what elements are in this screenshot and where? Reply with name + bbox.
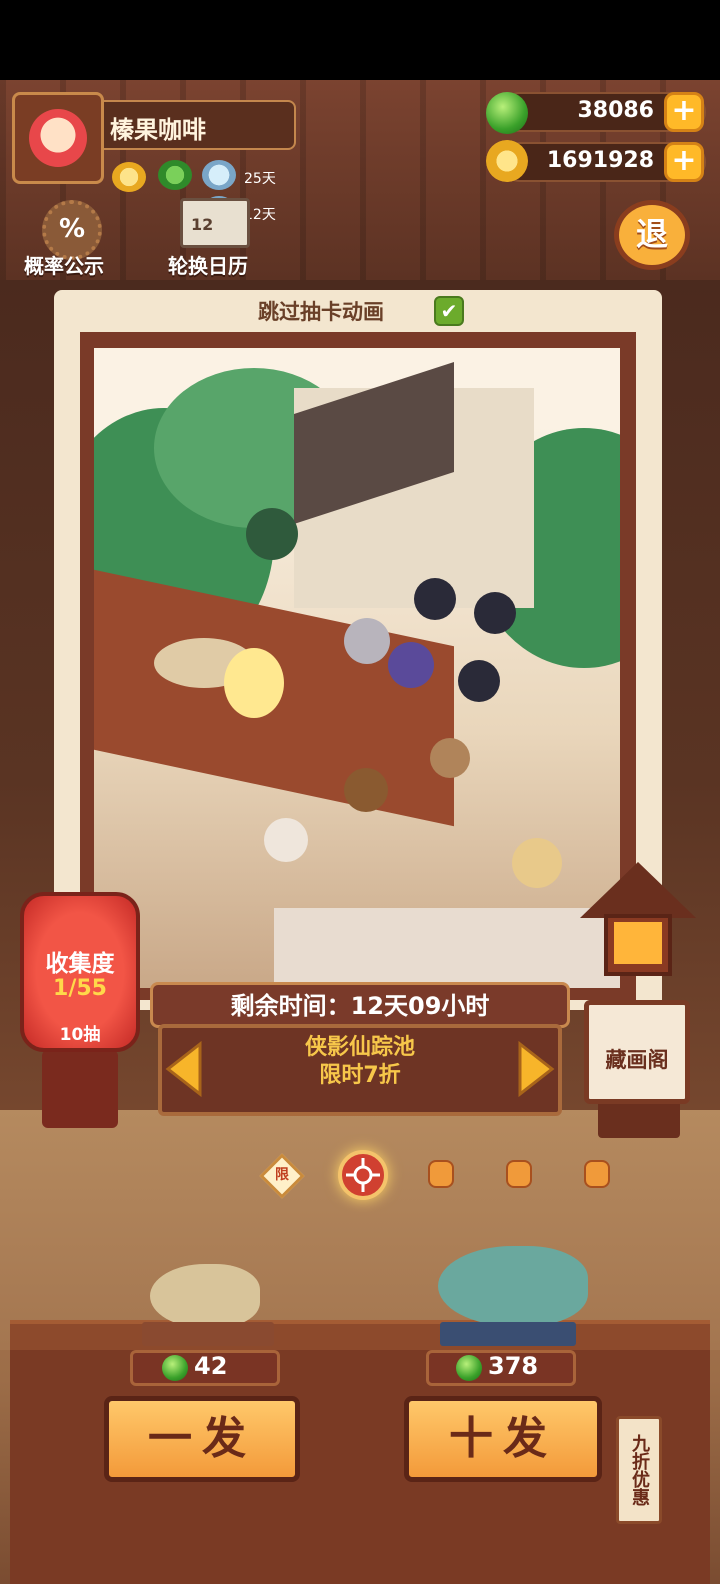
gem-boost-icon[interactable]	[158, 160, 192, 190]
probability-label[interactable]: 概率公示	[24, 250, 104, 279]
rotation-calendar-label[interactable]: 轮换日历	[168, 250, 248, 279]
single-price: 42	[194, 1352, 228, 1380]
character-purple-hat	[388, 642, 434, 688]
pufferfish-single	[150, 1264, 260, 1328]
pool-name: 侠影仙踪池 限时7折	[200, 1034, 520, 1090]
pager-limited-label: 限	[275, 1167, 289, 1183]
character-monkey	[344, 768, 388, 812]
collection-draw-count: 10抽	[59, 1025, 101, 1045]
buff-duration-1: 25天	[244, 171, 276, 187]
jar-boost-icon[interactable]	[202, 160, 236, 190]
character-cat	[264, 818, 308, 862]
single-draw-button[interactable]: 一发	[104, 1396, 300, 1482]
collection-lantern-stand	[42, 1050, 118, 1128]
pool-name-line1: 侠影仙踪池	[304, 1035, 415, 1060]
collection-progress: 1/55	[53, 976, 107, 1001]
fish-ten	[438, 1246, 588, 1326]
pool-discount-line: 限时7折	[319, 1063, 401, 1088]
character-black-hair	[414, 578, 456, 620]
avatar-portrait	[29, 109, 87, 167]
coin-boost-icon[interactable]	[112, 162, 146, 192]
pager-active-dot[interactable]	[338, 1150, 388, 1200]
character-green-hair	[246, 508, 298, 560]
calendar-number: 12	[191, 215, 214, 234]
gallery-label[interactable]: 藏画阁	[584, 1044, 690, 1074]
previous-pool-arrow-icon[interactable]	[164, 1040, 204, 1098]
player-name: 榛果咖啡	[110, 116, 206, 144]
ten-price: 378	[488, 1352, 539, 1380]
add-gems-button[interactable]: +	[664, 92, 704, 132]
gallery-lamp-light	[614, 922, 662, 964]
pager-lantern-dot-4[interactable]	[506, 1160, 532, 1188]
character-swordsman	[458, 660, 500, 702]
card-illustration	[94, 348, 620, 988]
pager-lantern-dot-5[interactable]	[584, 1160, 610, 1188]
single-price-gem-icon	[162, 1355, 188, 1381]
character-dog	[430, 738, 470, 778]
character-scholar	[474, 592, 516, 634]
add-coins-button[interactable]: +	[664, 142, 704, 182]
compass-icon	[346, 1158, 380, 1192]
remaining-time: 剩余时间：12天09小时	[230, 992, 490, 1020]
character-blonde	[512, 838, 562, 888]
ten-price-gem-icon	[456, 1355, 482, 1381]
calendar-icon[interactable]: 12	[180, 198, 250, 248]
collection-title: 收集度	[45, 951, 115, 977]
skip-animation-label[interactable]: 跳过抽卡动画	[258, 296, 384, 326]
discount-tag: 九折优惠	[616, 1416, 662, 1524]
gallery-post	[598, 1100, 680, 1138]
exit-button[interactable]: 退	[614, 200, 690, 270]
skip-animation-checkbox[interactable]: ✔	[434, 296, 464, 326]
stone-steps	[274, 908, 620, 988]
book-stack-single	[142, 1322, 274, 1346]
background-floor	[0, 1110, 720, 1350]
book-stack-ten	[440, 1322, 576, 1346]
gem-amount: 38086	[577, 98, 654, 123]
grill-flame	[224, 648, 284, 718]
avatar[interactable]	[12, 92, 104, 184]
next-pool-arrow-icon[interactable]	[516, 1040, 556, 1098]
character-grey-hair	[344, 618, 390, 664]
pager-lantern-dot-3[interactable]	[428, 1160, 454, 1188]
counter-top	[10, 1320, 710, 1350]
ten-draw-button[interactable]: 十发	[404, 1396, 602, 1482]
coin-amount: 1691928	[546, 148, 654, 173]
